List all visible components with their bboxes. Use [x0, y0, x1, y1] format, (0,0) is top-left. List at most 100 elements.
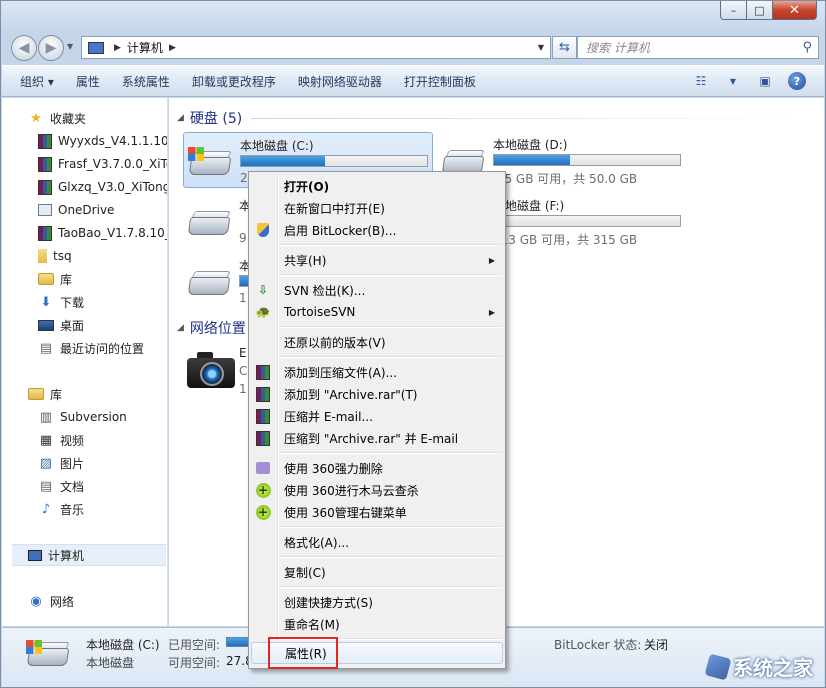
- drive-space-info: 9: [239, 231, 247, 245]
- sidebar-item-downloads[interactable]: ⬇ 下载: [38, 291, 84, 313]
- sidebar-item-tsq[interactable]: tsq: [38, 245, 72, 267]
- maximize-button[interactable]: □: [747, 1, 773, 20]
- menu-item-share[interactable]: 共享(H) ▶: [251, 249, 503, 271]
- search-input[interactable]: 搜索 计算机 ⚲: [577, 36, 819, 59]
- hard-disks-group-header[interactable]: ◢ 硬盘 (5): [177, 108, 242, 128]
- sidebar-item-label: 最近访问的位置: [60, 341, 145, 356]
- command-bar: 组织 ▾ 属性 系统属性 卸载或更改程序 映射网络驱动器 打开控制面板 ☷ ▼ …: [2, 65, 824, 97]
- sidebar-item-favorite[interactable]: Wyyxds_V4.1.1.100: [38, 130, 167, 152]
- back-button[interactable]: ◀: [11, 35, 37, 61]
- uninstall-program-button[interactable]: 卸载或更改程序: [192, 73, 276, 90]
- menu-separator: [280, 452, 502, 454]
- document-icon: ▤: [39, 478, 53, 494]
- winrar-icon: [38, 179, 52, 195]
- menu-item-360-force-delete[interactable]: 使用 360强力删除: [251, 457, 503, 479]
- menu-item-open-new-window[interactable]: 在新窗口中打开(E): [251, 197, 503, 219]
- close-button[interactable]: ✕: [773, 1, 817, 20]
- sidebar-item-music[interactable]: ♪ 音乐: [38, 498, 84, 520]
- menu-item-label: 在新窗口中打开(E): [284, 201, 385, 216]
- help-icon[interactable]: ?: [788, 72, 806, 90]
- view-dropdown-icon[interactable]: ▼: [724, 73, 742, 89]
- menu-item-add-to-archive-rar[interactable]: 添加到 "Archive.rar"(T): [251, 383, 503, 405]
- sidebar-item-onedrive[interactable]: OneDrive: [38, 199, 114, 221]
- windows-logo-icon: [26, 640, 42, 654]
- map-network-drive-button[interactable]: 映射网络驱动器: [298, 73, 382, 90]
- breadcrumb-computer[interactable]: 计算机: [127, 39, 163, 56]
- libraries-icon: [28, 388, 44, 400]
- sidebar-item-libraries[interactable]: 库: [28, 383, 62, 405]
- sidebar-item-favorite[interactable]: TaoBao_V1.7.8.10_: [38, 222, 168, 244]
- sidebar-item-recent-places[interactable]: ▤ 最近访问的位置: [38, 337, 144, 359]
- sidebar-item-label: OneDrive: [58, 203, 115, 217]
- details-free-label: 可用空间:: [168, 656, 221, 670]
- sidebar-item-favorite[interactable]: Frasf_V3.7.0.0_XiTo: [38, 153, 167, 175]
- menu-item-label: 启用 BitLocker(B)...: [284, 223, 397, 238]
- menu-item-create-shortcut[interactable]: 创建快捷方式(S): [251, 591, 503, 613]
- shredder-icon: [256, 462, 270, 474]
- menu-item-restore-previous-versions[interactable]: 还原以前的版本(V): [251, 331, 503, 353]
- details-bitlocker-label: BitLocker 状态:: [554, 638, 642, 652]
- view-controls: ☷ ▼ ▣ ?: [692, 72, 806, 90]
- sidebar-item-library[interactable]: 库: [38, 268, 72, 290]
- sidebar-item-subversion[interactable]: ▥ Subversion: [38, 406, 127, 428]
- search-placeholder: 搜索 计算机: [586, 41, 650, 55]
- minimize-button[interactable]: –: [720, 1, 747, 20]
- winrar-icon: [38, 225, 52, 241]
- search-icon[interactable]: ⚲: [802, 40, 812, 55]
- menu-item-label: 创建快捷方式(S): [284, 595, 373, 610]
- properties-button[interactable]: 属性: [76, 73, 100, 90]
- menu-item-360-trojan-scan[interactable]: + 使用 360进行木马云查杀: [251, 479, 503, 501]
- recent-pages-dropdown-icon[interactable]: ▼: [67, 42, 73, 51]
- menu-item-open[interactable]: 打开(O): [251, 175, 503, 197]
- breadcrumb-chevron-icon[interactable]: ▶: [169, 43, 176, 53]
- organize-button[interactable]: 组织 ▾: [20, 73, 54, 90]
- network-locations-group-header[interactable]: ◢ 网络位置: [177, 318, 246, 338]
- preview-pane-icon[interactable]: ▣: [756, 73, 774, 89]
- menu-separator: [280, 326, 502, 328]
- menu-item-label: 格式化(A)...: [284, 535, 350, 550]
- sidebar-item-label: 下载: [60, 295, 85, 310]
- menu-item-compress-to-rar-and-email[interactable]: 压缩到 "Archive.rar" 并 E-mail: [251, 427, 503, 449]
- drive-space-info: 4.5 GB 可用，共 50.0 GB: [493, 172, 638, 186]
- system-properties-button[interactable]: 系统属性: [122, 73, 170, 90]
- breadcrumb-chevron-icon[interactable]: ▶: [114, 43, 121, 53]
- collapse-triangle-icon[interactable]: ◢: [177, 323, 184, 333]
- address-dropdown-icon[interactable]: ▼: [538, 43, 544, 52]
- drive-name: 本地磁盘 (D:): [493, 138, 568, 152]
- camera-icon[interactable]: [187, 350, 235, 390]
- sidebar-item-videos[interactable]: ▦ 视频: [38, 429, 84, 451]
- menu-item-rename[interactable]: 重命名(M): [251, 613, 503, 635]
- collapse-triangle-icon[interactable]: ◢: [177, 113, 184, 123]
- menu-item-format[interactable]: 格式化(A)...: [251, 531, 503, 553]
- watermark: 系统之家: [704, 652, 813, 681]
- menu-item-enable-bitlocker[interactable]: 启用 BitLocker(B)...: [251, 219, 503, 241]
- sidebar-item-favorite[interactable]: Glxzq_V3.0_XiTong: [38, 176, 167, 198]
- sidebar-item-favorites[interactable]: ★ 收藏夹: [28, 107, 86, 129]
- menu-item-label: 复制(C): [284, 565, 326, 580]
- menu-item-360-manage-menu[interactable]: + 使用 360管理右键菜单: [251, 501, 503, 523]
- document-library-icon: ▥: [39, 409, 53, 425]
- sidebar-item-network[interactable]: ◉ 网络: [28, 590, 74, 612]
- sidebar-item-pictures[interactable]: ▨ 图片: [38, 452, 84, 474]
- menu-item-svn-checkout[interactable]: ⇩ SVN 检出(K)...: [251, 279, 503, 301]
- details-drive-type: 本地磁盘: [86, 656, 135, 670]
- sidebar-item-label: 库: [50, 387, 63, 402]
- menu-item-label: 使用 360强力删除: [284, 461, 383, 476]
- forward-button[interactable]: ▶: [38, 35, 64, 61]
- menu-item-copy[interactable]: 复制(C): [251, 561, 503, 583]
- menu-item-tortoisesvn[interactable]: 🐢 TortoiseSVN ▶: [251, 301, 503, 323]
- computer-icon: [28, 549, 42, 561]
- sidebar-item-computer[interactable]: 计算机: [12, 544, 166, 566]
- sidebar-item-label: TaoBao_V1.7.8.10_: [58, 226, 168, 240]
- sidebar-item-desktop[interactable]: 桌面: [38, 314, 84, 336]
- open-control-panel-button[interactable]: 打开控制面板: [404, 73, 476, 90]
- refresh-button[interactable]: ⇆: [552, 36, 577, 59]
- menu-item-compress-and-email[interactable]: 压缩并 E-mail...: [251, 405, 503, 427]
- sidebar-item-label: 库: [60, 272, 73, 287]
- address-bar[interactable]: ▶ 计算机 ▶ ▼: [81, 36, 551, 59]
- winrar-icon: [256, 408, 270, 424]
- sidebar-item-documents[interactable]: ▤ 文档: [38, 475, 84, 497]
- menu-item-add-to-archive[interactable]: 添加到压缩文件(A)...: [251, 361, 503, 383]
- change-view-icon[interactable]: ☷: [692, 73, 710, 89]
- sidebar-item-label: 收藏夹: [50, 111, 87, 126]
